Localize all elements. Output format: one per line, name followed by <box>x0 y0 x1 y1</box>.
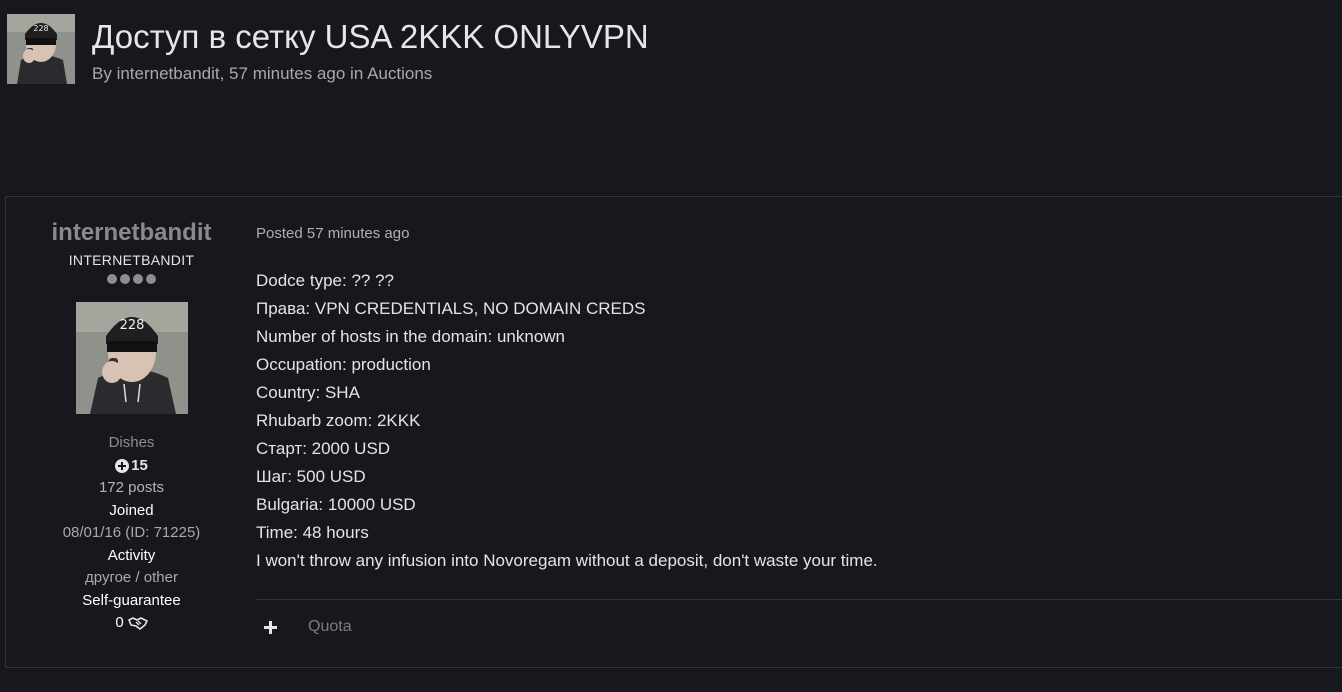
by-label: By <box>92 64 112 83</box>
svg-text:228: 228 <box>33 24 48 33</box>
plus-icon <box>263 620 277 634</box>
activity-value: другое / other <box>85 569 178 586</box>
member-group: Dishes <box>108 434 155 451</box>
joined-value: 08/01/16 (ID: 71225) <box>62 524 201 541</box>
joined-label: Joined <box>109 501 154 519</box>
rank-dots <box>6 274 257 284</box>
topic-header: 228 Доступ в сетку USA 2KKK ONLYVPN By i… <box>7 14 649 84</box>
topic-meta: By internetbandit, 57 minutes ago in Auc… <box>92 64 649 84</box>
post-actions: Quota <box>256 615 352 639</box>
handshake-icon <box>127 617 148 631</box>
post-author-title: INTERNETBANDIT <box>68 252 195 268</box>
reputation: 15 <box>6 455 257 478</box>
plus-circle-icon <box>115 458 130 473</box>
topic-time: , 57 minutes ago <box>219 64 346 83</box>
body-line: Шаг: 500 USD <box>256 467 366 486</box>
rank-dot <box>133 274 143 284</box>
quote-button[interactable]: Quota <box>308 618 352 636</box>
rank-dot <box>146 274 156 284</box>
rank-dot <box>107 274 117 284</box>
topic-author-avatar[interactable]: 228 <box>7 14 75 84</box>
post-date[interactable]: Posted 57 minutes ago <box>256 225 1342 242</box>
body-line: Права: VPN CREDENTIALS, NO DOMAIN CREDS <box>256 299 646 318</box>
plus-button[interactable] <box>256 615 284 639</box>
post-divider <box>256 599 1342 600</box>
category-link[interactable]: Auctions <box>367 64 432 83</box>
guarantee: 0 <box>6 612 257 635</box>
post-author-avatar[interactable]: 228 <box>75 302 188 414</box>
in-label: in <box>350 64 364 83</box>
topic-text: Доступ в сетку USA 2KKK ONLYVPN By inter… <box>92 14 649 84</box>
guarantee-label: Self-guarantee <box>82 591 181 609</box>
reputation-value: 15 <box>131 456 148 474</box>
author-stats: Dishes 15 172 posts Joined 08/01/16 (ID:… <box>6 432 257 635</box>
body-line: Country: SHA <box>256 383 360 402</box>
body-line: Number of hosts in the domain: unknown <box>256 327 566 346</box>
body-line: I won't throw any infusion into Novorega… <box>256 551 878 570</box>
activity-label: Activity <box>107 546 156 564</box>
topic-title: Доступ в сетку USA 2KKK ONLYVPN <box>92 18 649 55</box>
body-line: Старт: 2000 USD <box>256 439 391 458</box>
svg-text:228: 228 <box>119 318 144 333</box>
body-line: Dodce type: ?? ?? <box>256 271 394 290</box>
rank-dot <box>120 274 130 284</box>
body-line: Rhubarb zoom: 2KKK <box>256 411 421 430</box>
guarantee-value: 0 <box>115 614 124 631</box>
post-content: Posted 57 minutes ago Dodce type: ?? ?? … <box>256 197 1342 635</box>
post-card: internetbandit INTERNETBANDIT 228 Dishes… <box>5 196 1342 668</box>
topic-author-link[interactable]: internetbandit <box>117 64 220 83</box>
body-line: Time: 48 hours <box>256 523 369 542</box>
post-body: Dodce type: ?? ?? Права: VPN CREDENTIALS… <box>256 267 1342 575</box>
post-count: 172 posts <box>98 479 165 496</box>
post-author-name[interactable]: internetbandit <box>6 218 257 248</box>
body-line: Bulgaria: 10000 USD <box>256 495 416 514</box>
body-line: Occupation: production <box>256 355 431 374</box>
post-author-panel: internetbandit INTERNETBANDIT 228 Dishes… <box>6 197 257 635</box>
